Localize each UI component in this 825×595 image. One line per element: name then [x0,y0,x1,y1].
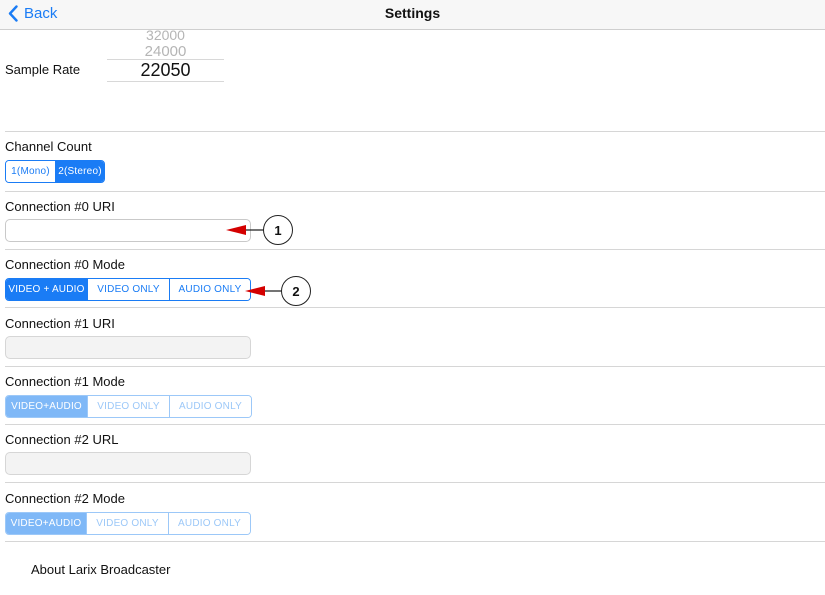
picker-divider [107,81,224,82]
callout-badge-1: 1 [263,215,293,245]
segment-audio-only[interactable]: AUDIO ONLY [168,513,250,534]
connection2-url-label: Connection #2 URL [5,432,119,447]
segment-video-only[interactable]: VIDEO ONLY [87,396,169,417]
segment-stereo[interactable]: 2(Stereo) [55,161,104,182]
divider [5,131,825,132]
divider [5,541,825,542]
segment-video-only[interactable]: VIDEO ONLY [86,513,168,534]
segment-mono[interactable]: 1(Mono) [6,161,55,182]
connection1-uri-input[interactable] [5,336,251,359]
connection0-uri-label: Connection #0 URI [5,199,115,214]
navigation-bar: Back Settings [0,0,825,30]
sample-rate-picker[interactable]: 32000 24000 22050 [107,27,224,82]
connection2-url-input[interactable] [5,452,251,475]
picker-selected-value[interactable]: 22050 [107,60,224,81]
segment-video-only[interactable]: VIDEO ONLY [87,279,169,300]
connection0-mode-segmented-control[interactable]: VIDEO + AUDIO VIDEO ONLY AUDIO ONLY [5,278,251,301]
page-title: Settings [384,5,441,21]
divider [5,307,825,308]
divider [5,249,825,250]
picker-option[interactable]: 24000 [107,43,224,60]
divider [5,482,825,483]
divider [5,424,825,425]
callout-badge-2: 2 [281,276,311,306]
about-larix-link[interactable]: About Larix Broadcaster [31,562,170,577]
connection1-mode-label: Connection #1 Mode [5,374,125,389]
connection0-uri-input[interactable] [5,219,251,242]
picker-option[interactable]: 32000 [107,27,224,43]
segment-audio-only[interactable]: AUDIO ONLY [169,396,251,417]
divider [5,191,825,192]
segment-video-audio[interactable]: VIDEO + AUDIO [6,279,87,300]
sample-rate-label: Sample Rate [5,62,81,77]
connection1-mode-segmented-control[interactable]: VIDEO+AUDIO VIDEO ONLY AUDIO ONLY [5,395,252,418]
connection2-mode-segmented-control[interactable]: VIDEO+AUDIO VIDEO ONLY AUDIO ONLY [5,512,251,535]
divider [5,366,825,367]
segment-video-audio[interactable]: VIDEO+AUDIO [6,396,87,417]
channel-count-segmented-control[interactable]: 1(Mono) 2(Stereo) [5,160,105,183]
channel-count-label: Channel Count [5,139,92,154]
callout-arrow-2 [245,286,283,296]
callout-arrow-1 [226,225,264,235]
connection1-uri-label: Connection #1 URI [5,316,115,331]
connection0-mode-label: Connection #0 Mode [5,257,125,272]
segment-audio-only[interactable]: AUDIO ONLY [169,279,250,300]
connection2-mode-label: Connection #2 Mode [5,491,125,506]
segment-video-audio[interactable]: VIDEO+AUDIO [6,513,86,534]
